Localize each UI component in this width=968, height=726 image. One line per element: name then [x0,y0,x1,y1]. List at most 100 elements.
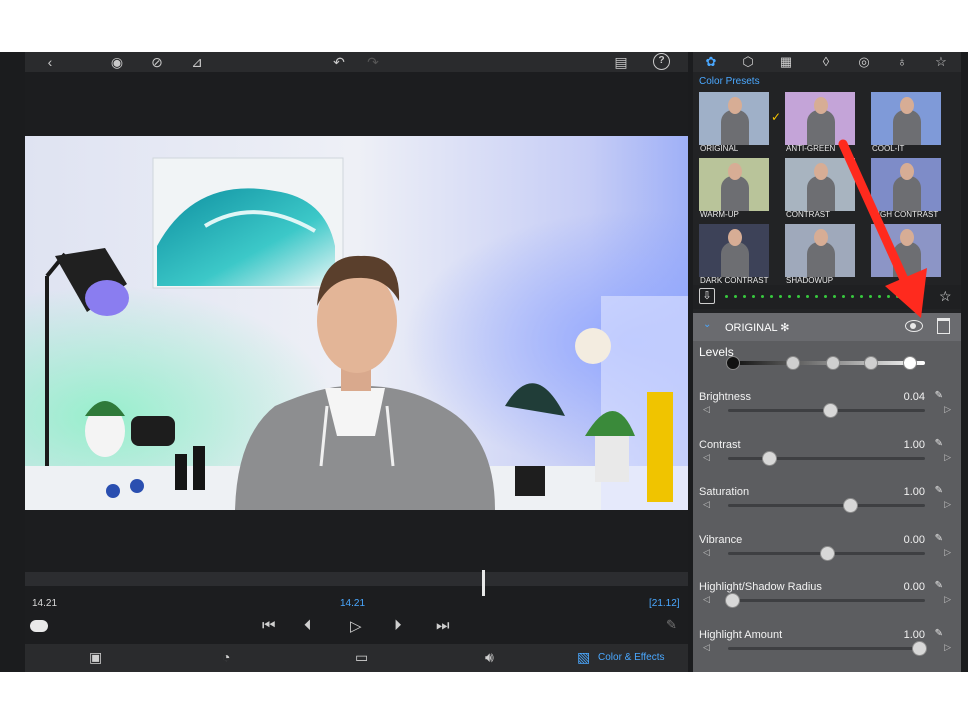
grid-icon[interactable]: ▦ [771,53,801,71]
red-arrow-annotation [838,139,927,318]
crop-icon[interactable]: ▣ [89,649,102,666]
increase-arrow-icon[interactable]: ▷ [944,499,951,510]
slider-label: Saturation [699,486,750,498]
eye-off-icon[interactable]: ⊘ [147,53,167,71]
levels-slider[interactable] [726,355,925,371]
slider-value[interactable]: 1.00 [904,629,925,641]
back-icon[interactable]: ‹ [43,53,57,71]
preset-label: WARM-UP [700,210,739,219]
playhead[interactable] [482,570,485,596]
edit-pencil-icon[interactable]: ✎ [935,533,943,544]
editor-main: ‹ ◉ ⊘ ⊿ ↶ ↷ ▤ ? 14.21 14.21 [21.12] ⏮ ⏴ … [25,52,688,672]
slider-value[interactable]: 1.00 [904,439,925,451]
clipboard-icon[interactable]: ▤ [611,53,631,71]
drop-icon[interactable]: ◊ [811,53,841,71]
preset-figure [721,176,749,211]
favorite-icon[interactable]: ☆ [939,288,952,305]
bulb-icon[interactable]: ♁ [887,53,917,71]
decrease-arrow-icon[interactable]: ◁ [703,642,710,653]
increase-arrow-icon[interactable]: ▷ [944,404,951,415]
undo-icon[interactable]: ↶ [329,53,349,71]
slider-knob[interactable] [823,403,839,418]
step-forward-icon[interactable]: ⏵ [394,617,402,637]
strip-dot [779,295,782,298]
color-wheel-icon[interactable]: ✿ [696,53,726,71]
increase-arrow-icon[interactable]: ▷ [944,547,951,558]
slider-track[interactable] [728,599,925,602]
preset-figure [721,242,749,277]
audio-wave-icon[interactable]: ⊿ [185,53,209,71]
timeline-track[interactable] [25,572,688,586]
step-back-icon[interactable]: ⏴ [304,617,312,637]
strip-dot [743,295,746,298]
pen-icon[interactable]: ✎ [666,617,677,637]
slider-row: Highlight Amount 1.00 ✎ ◁ ▷ [693,628,961,675]
levels-knob[interactable] [902,356,917,370]
increase-arrow-icon[interactable]: ▷ [944,642,951,653]
speed-icon[interactable]: ◔ [222,649,230,665]
skip-start-icon[interactable]: ⏮ [262,617,276,637]
top-toolbar: ‹ ◉ ⊘ ⊿ ↶ ↷ ▤ ? [25,52,688,72]
redo-icon[interactable]: ↷ [363,53,383,71]
strip-dot [725,295,728,298]
levels-knob[interactable] [825,356,840,370]
strip-dot [761,295,764,298]
decrease-arrow-icon[interactable]: ◁ [703,452,710,463]
edit-pencil-icon[interactable]: ✎ [935,628,943,639]
preset-tile[interactable]: DARK CONTRAST [699,224,769,286]
preset-head [814,229,828,246]
current-time: 14.21 [32,598,58,609]
color-effects-icon[interactable]: ▧ [577,649,590,666]
edit-pencil-icon[interactable]: ✎ [935,438,943,449]
decrease-arrow-icon[interactable]: ◁ [703,499,710,510]
slider-knob[interactable] [912,640,928,656]
video-frame-image [25,136,688,510]
increase-arrow-icon[interactable]: ▷ [944,594,951,605]
levels-knob[interactable] [864,356,879,370]
volume-icon[interactable]: 🔊︎ [485,649,494,666]
preset-tile[interactable]: ORIGINAL ✓ [699,92,781,154]
slider-knob[interactable] [724,593,740,608]
slider-value[interactable]: 0.04 [904,391,925,403]
slider-value[interactable]: 1.00 [904,486,925,498]
slider-track[interactable] [728,646,925,650]
frame-icon[interactable]: ▭ [355,649,368,666]
preset-thumbnail [699,224,769,277]
loop-toggle-icon[interactable] [30,620,48,632]
edit-pencil-icon[interactable]: ✎ [935,485,943,496]
slider-value[interactable]: 0.00 [904,581,925,593]
playhead-time: 14.21 [340,598,366,609]
eye-icon[interactable]: ◉ [107,53,127,71]
play-icon[interactable]: ▷ [350,617,362,637]
slider-row: Contrast 1.00 ✎ ◁ ▷ [693,438,961,485]
star-icon[interactable]: ☆ [926,53,956,71]
slider-track[interactable] [728,504,925,507]
slider-row: Highlight/Shadow Radius 0.00 ✎ ◁ ▷ [693,580,961,627]
edit-pencil-icon[interactable]: ✎ [935,580,943,591]
decrease-arrow-icon[interactable]: ◁ [703,404,710,415]
spiral-icon[interactable]: ◎ [849,53,879,71]
strip-dot [734,295,737,298]
video-preview[interactable] [25,136,688,510]
edit-pencil-icon[interactable]: ✎ [935,390,943,401]
collapse-chevron-icon[interactable]: ⌄ [703,319,711,330]
decrease-arrow-icon[interactable]: ◁ [703,594,710,605]
levels-knob[interactable] [726,356,740,370]
slider-knob[interactable] [819,545,835,561]
strip-dot [770,295,773,298]
preset-figure [807,176,835,211]
preset-tile[interactable]: WARM-UP [699,158,769,220]
increase-arrow-icon[interactable]: ▷ [944,452,951,463]
slider-knob[interactable] [843,498,859,513]
slider-knob[interactable] [762,450,778,466]
levels-knob[interactable] [785,356,800,370]
import-icon[interactable]: ⇩ [699,288,715,304]
slider-value[interactable]: 0.00 [904,534,925,546]
trash-icon[interactable] [937,318,950,334]
color-effects-tab[interactable]: Color & Effects [598,652,665,663]
cube-icon[interactable]: ⬡ [733,53,763,71]
decrease-arrow-icon[interactable]: ◁ [703,547,710,558]
slider-track[interactable] [728,456,925,460]
help-icon[interactable]: ? [653,53,670,70]
skip-end-icon[interactable]: ⏭ [436,617,450,637]
